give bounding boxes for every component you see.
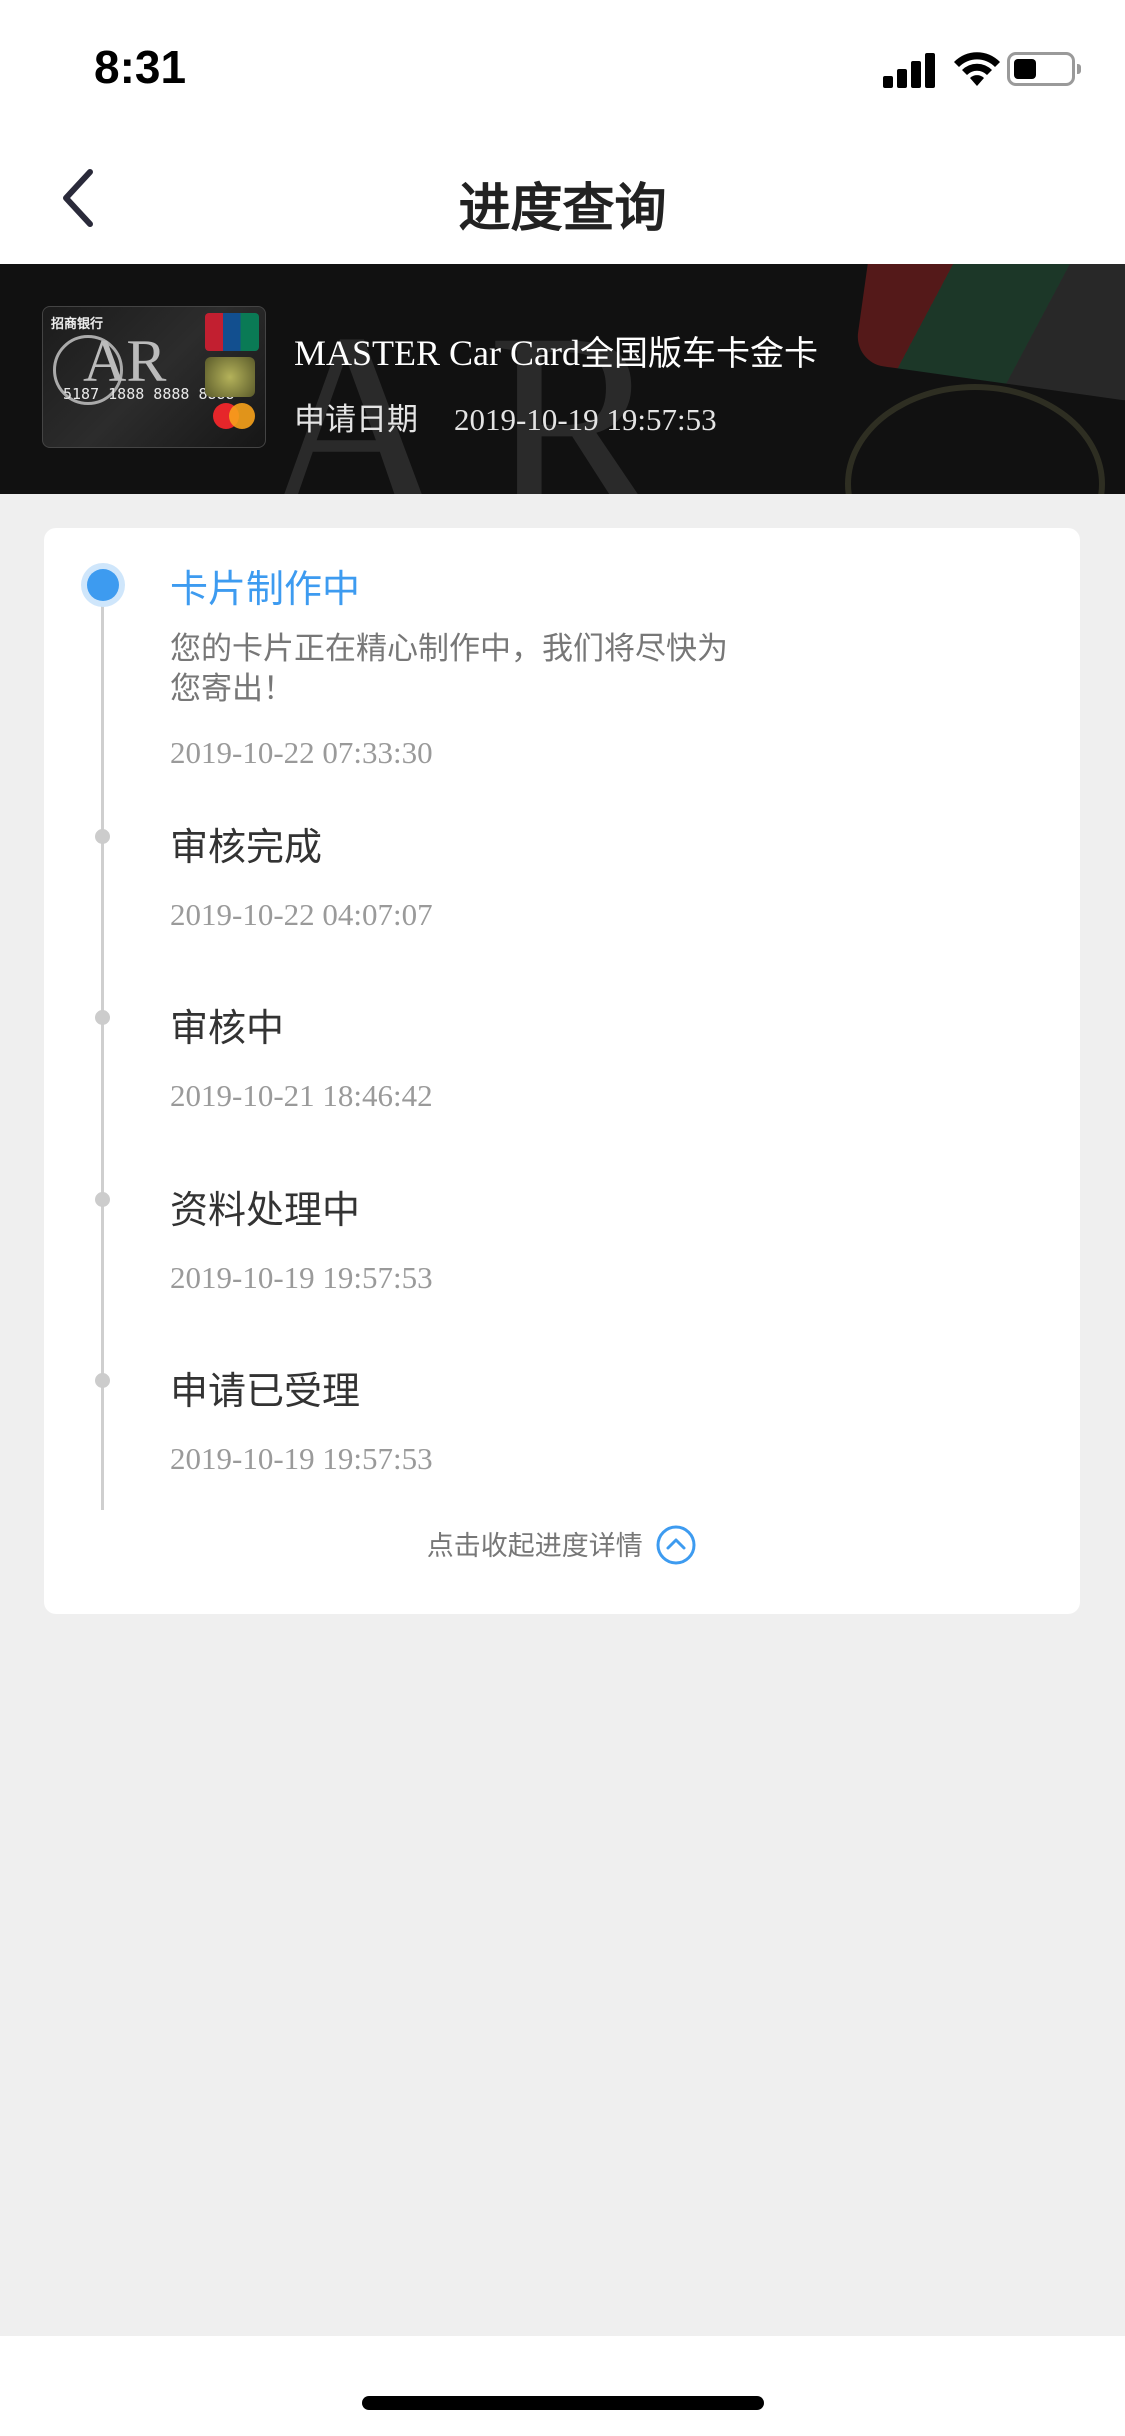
- wifi-icon: [954, 52, 1000, 86]
- card-name-cn: 全国版车卡金卡: [579, 334, 818, 374]
- timeline-dot: [95, 1373, 110, 1388]
- banner-background-card: [853, 264, 1125, 405]
- step-title: 申请已受理: [170, 1369, 361, 1413]
- signal-icon: [883, 52, 937, 88]
- timeline-dot: [95, 1192, 110, 1207]
- hologram: [205, 357, 255, 397]
- status-bar: 8:31: [0, 0, 1125, 132]
- timeline-step: 资料处理中 2019-10-19 19:57:53: [170, 1179, 990, 1296]
- timeline-line: [101, 582, 104, 1510]
- step-title: 卡片制作中: [170, 567, 361, 611]
- step-description: 您的卡片正在精心制作中，我们将尽快为您寄出！: [170, 631, 728, 707]
- timeline-step: 申请已受理 2019-10-19 19:57:53: [170, 1360, 990, 1477]
- status-time: 8:31: [94, 41, 187, 93]
- step-time: 2019-10-22 07:33:30: [170, 735, 433, 770]
- timeline-step: 卡片制作中 您的卡片正在精心制作中，我们将尽快为您寄出！ 2019-10-22 …: [170, 558, 990, 771]
- timeline-dot: [95, 1010, 110, 1025]
- timeline-dot-active: [81, 563, 125, 607]
- card-name-latin: MASTER Car Card: [294, 333, 580, 373]
- step-title: 审核完成: [170, 825, 323, 869]
- battery-icon: [1007, 52, 1081, 86]
- apply-date-label: 申请日期: [294, 402, 418, 438]
- step-time: 2019-10-19 19:57:53: [170, 1260, 433, 1295]
- nav-bar: 进度查询: [0, 132, 1125, 264]
- timeline-dot: [95, 829, 110, 844]
- step-time: 2019-10-22 04:07:07: [170, 897, 433, 932]
- apply-date-value: 2019-10-19 19:57:53: [454, 402, 717, 437]
- step-time: 2019-10-19 19:57:53: [170, 1441, 433, 1476]
- timeline-step: 审核中 2019-10-21 18:46:42: [170, 997, 990, 1114]
- apply-date-row: 申请日期 2019-10-19 19:57:53: [294, 394, 717, 439]
- progress-card: 卡片制作中 您的卡片正在精心制作中，我们将尽快为您寄出！ 2019-10-22 …: [44, 528, 1080, 1614]
- step-title: 审核中: [170, 1006, 285, 1050]
- timeline-step: 审核完成 2019-10-22 04:07:07: [170, 816, 990, 933]
- card-banner: AR 招商银行 AR 5187 1888 8888 8888 MASTER Ca…: [0, 264, 1125, 494]
- card-name: MASTER Car Card全国版车卡金卡: [294, 326, 818, 375]
- bottom-safe-area: [0, 2336, 1125, 2436]
- collapse-details-label: 点击收起进度详情: [426, 1531, 643, 1562]
- unionpay-logo: [205, 313, 259, 351]
- page-title: 进度查询: [458, 179, 667, 239]
- chevron-up-circle-icon: [656, 1525, 696, 1564]
- step-title: 资料处理中: [170, 1188, 361, 1232]
- home-indicator[interactable]: [362, 2396, 764, 2410]
- banner-background-ring: [845, 384, 1105, 494]
- step-time: 2019-10-21 18:46:42: [170, 1078, 433, 1113]
- card-image: 招商银行 AR 5187 1888 8888 8888: [42, 306, 266, 448]
- collapse-details-button[interactable]: 点击收起进度详情: [44, 1524, 1080, 1566]
